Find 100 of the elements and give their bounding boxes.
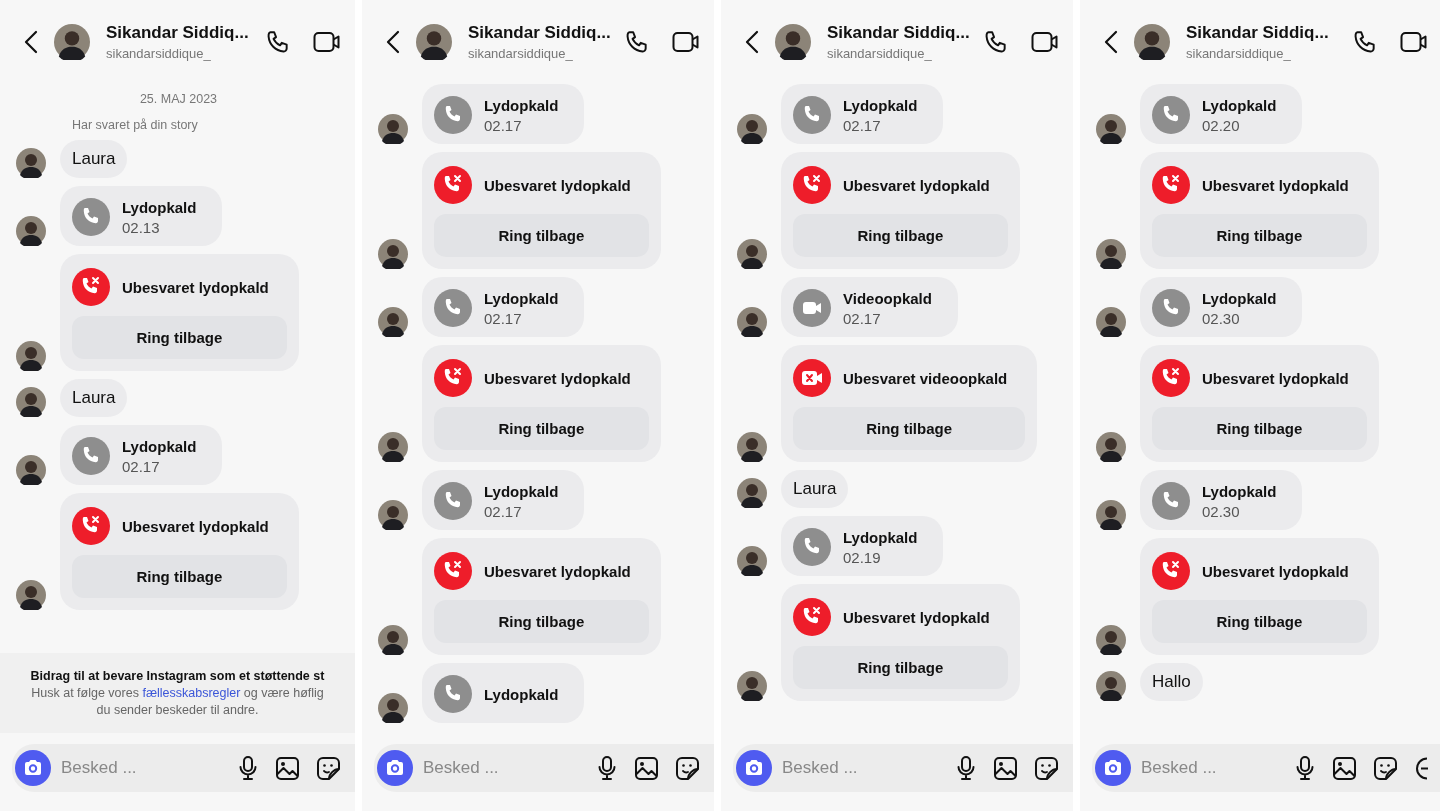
avatar-icon: [1096, 307, 1126, 337]
microphone-icon[interactable]: [1294, 755, 1316, 781]
call-title: Lydopkald: [122, 437, 197, 455]
message-field[interactable]: Besked ...: [1092, 744, 1440, 792]
microphone-icon[interactable]: [596, 755, 618, 781]
call-back-button[interactable]: Ring tilbage: [1152, 214, 1367, 257]
back-icon[interactable]: [386, 30, 400, 54]
message-input[interactable]: Besked ...: [423, 758, 586, 778]
phone-icon[interactable]: [1352, 29, 1378, 55]
camera-button[interactable]: [736, 750, 772, 786]
sticker-icon[interactable]: [1373, 755, 1398, 781]
call-back-button[interactable]: Ring tilbage: [1152, 600, 1367, 643]
message-bubble: Laura: [60, 140, 128, 178]
call-back-button[interactable]: Ring tilbage: [793, 214, 1008, 257]
call-back-button[interactable]: Ring tilbage: [434, 214, 649, 257]
sticker-icon[interactable]: [316, 755, 341, 781]
call-back-button[interactable]: Ring tilbage: [434, 407, 649, 450]
video-camera-icon[interactable]: [672, 30, 700, 54]
avatar-icon: [1096, 239, 1126, 269]
sticker-icon[interactable]: [675, 755, 700, 781]
call-back-button[interactable]: Ring tilbage: [72, 555, 287, 598]
call-title: Lydopkald: [484, 289, 559, 307]
phone-icon[interactable]: [983, 29, 1009, 55]
call-time: 02.19: [843, 548, 882, 566]
call-title: Ubesvaret lydopkald: [1202, 562, 1349, 580]
phone-icon: [793, 96, 831, 134]
phone-icon[interactable]: [624, 29, 650, 55]
camera-button[interactable]: [1095, 750, 1131, 786]
missed-call-icon: [72, 507, 110, 545]
call-title: Lydopkald: [1202, 96, 1277, 114]
missed-call-icon: [793, 166, 831, 204]
call-back-button[interactable]: Ring tilbage: [1152, 407, 1367, 450]
call-title: Ubesvaret videoopkald: [843, 369, 1008, 387]
message-field[interactable]: Besked ...: [12, 744, 355, 792]
username: sikandarsiddique_: [106, 46, 212, 61]
camera-button[interactable]: [15, 750, 51, 786]
call-back-button[interactable]: Ring tilbage: [434, 600, 649, 643]
microphone-icon[interactable]: [955, 755, 977, 781]
back-icon[interactable]: [745, 30, 759, 54]
message-input[interactable]: Besked ...: [61, 758, 227, 778]
contact-name: Sikandar Siddiq...: [1186, 23, 1330, 43]
message-input[interactable]: Besked ...: [1141, 758, 1284, 778]
call-time: 02.30: [1202, 309, 1241, 327]
phone-icon: [434, 96, 472, 134]
notice-text: Husk at følge vores fællesskabsregler og være høflig: [31, 686, 324, 700]
message-bubble: Laura: [781, 470, 849, 508]
avatar-icon: [416, 24, 452, 60]
call-title: Lydopkald: [484, 685, 559, 703]
message-field[interactable]: Besked ...: [733, 744, 1073, 792]
add-icon[interactable]: [1414, 755, 1428, 781]
image-icon[interactable]: [634, 755, 659, 781]
avatar-icon: [16, 580, 46, 610]
video-camera-icon[interactable]: [1400, 30, 1428, 54]
call-title: Ubesvaret lydopkald: [122, 517, 269, 535]
call-time: 02.17: [843, 116, 882, 134]
date-label: 25. MAJ 2023: [139, 91, 218, 108]
phone-icon: [434, 482, 472, 520]
camera-button[interactable]: [377, 750, 413, 786]
call-back-button[interactable]: Ring tilbage: [793, 646, 1008, 689]
avatar-icon: [1096, 500, 1126, 530]
call-title: Ubesvaret lydopkald: [484, 562, 631, 580]
phone-icon: [72, 437, 110, 475]
avatar-icon: [16, 387, 46, 417]
message-input[interactable]: Besked ...: [782, 758, 945, 778]
guidelines-link[interactable]: fællesskabsregler: [142, 686, 241, 700]
avatar-icon: [378, 114, 408, 144]
image-icon[interactable]: [275, 755, 300, 781]
avatar-icon: [737, 307, 767, 337]
image-icon[interactable]: [1332, 755, 1357, 781]
missed-call-icon: [1152, 552, 1190, 590]
call-time: 02.30: [1202, 502, 1241, 520]
back-icon[interactable]: [24, 30, 38, 54]
call-time: 02.17: [484, 309, 523, 327]
call-title: Ubesvaret lydopkald: [843, 176, 990, 194]
video-camera-icon[interactable]: [313, 30, 341, 54]
phone-icon[interactable]: [265, 29, 291, 55]
back-icon[interactable]: [1104, 30, 1118, 54]
call-back-button[interactable]: Ring tilbage: [72, 316, 287, 359]
missed-call-icon: [793, 598, 831, 636]
image-icon[interactable]: [993, 755, 1018, 781]
message-field[interactable]: Besked ...: [374, 744, 714, 792]
call-title: Ubesvaret lydopkald: [1202, 176, 1349, 194]
avatar-icon: [378, 239, 408, 269]
avatar-icon: [1096, 114, 1126, 144]
avatar-icon: [378, 625, 408, 655]
missed-call-icon: [434, 359, 472, 397]
call-title: Videoopkald: [843, 289, 932, 307]
call-title: Lydopkald: [1202, 482, 1277, 500]
call-back-button[interactable]: Ring tilbage: [793, 407, 1026, 450]
call-title: Lydopkald: [1202, 289, 1277, 307]
missed-call-icon: [1152, 359, 1190, 397]
video-camera-icon[interactable]: [1031, 30, 1059, 54]
phone-icon: [1152, 96, 1190, 134]
call-title: Lydopkald: [843, 528, 918, 546]
call-time: 02.17: [843, 309, 882, 327]
call-title: Ubesvaret lydopkald: [843, 608, 990, 626]
sticker-icon[interactable]: [1034, 755, 1059, 781]
call-time: 02.20: [1202, 116, 1241, 134]
avatar-icon: [1096, 671, 1126, 701]
microphone-icon[interactable]: [237, 755, 259, 781]
